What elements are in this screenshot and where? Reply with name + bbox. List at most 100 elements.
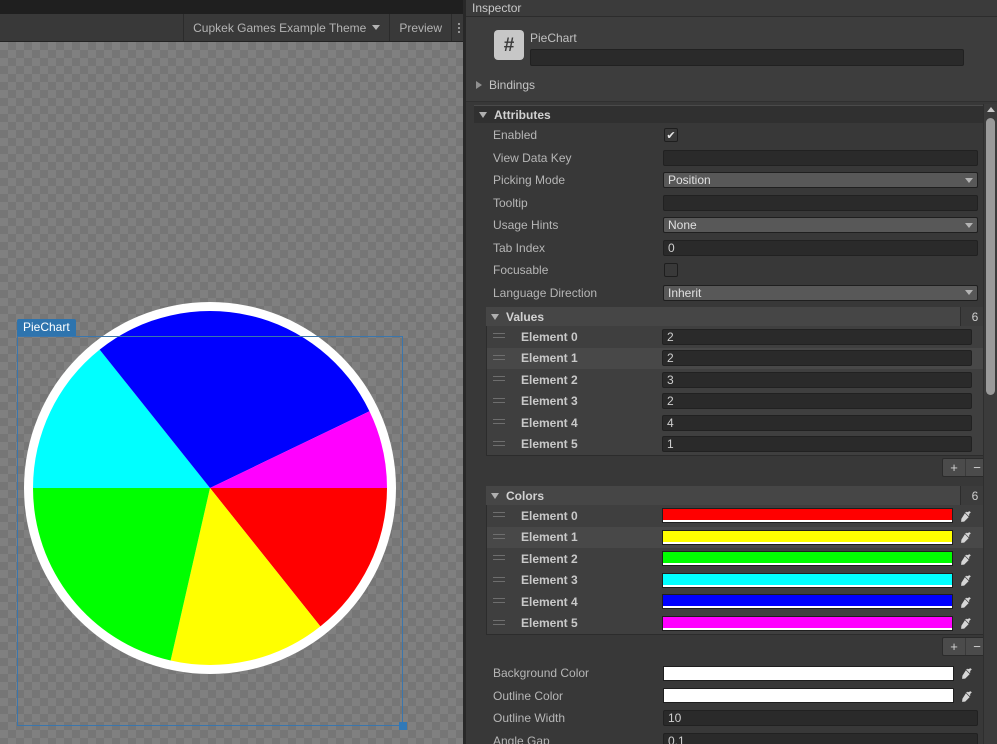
viewport-top-strip (0, 0, 466, 14)
drag-handle-icon[interactable] (493, 598, 505, 606)
color-alpha-bar (663, 606, 952, 608)
colors-list-header[interactable]: Colors 6 (486, 486, 989, 505)
pie-chart-graphic (16, 294, 404, 682)
list-item-value-input[interactable]: 2 (662, 350, 972, 366)
eyedropper-icon (960, 596, 972, 608)
attribute-row: Tab Index0 (466, 237, 997, 260)
list-item-value-input[interactable]: 4 (662, 415, 972, 431)
drag-handle-icon[interactable] (493, 355, 505, 363)
viewport-toolbar: Cupkek Games Example Theme Preview (0, 14, 466, 42)
color-swatch (663, 531, 952, 542)
eyedropper-button[interactable] (958, 616, 974, 631)
eyedropper-button[interactable] (958, 594, 974, 609)
drag-handle-icon[interactable] (493, 376, 505, 384)
attribute-dropdown[interactable]: None (663, 217, 978, 233)
color-swatch-field[interactable] (662, 594, 953, 609)
drag-handle-icon[interactable] (493, 441, 505, 449)
attribute-dropdown[interactable]: Inherit (663, 285, 978, 301)
list-item[interactable]: Element 5 (487, 613, 988, 635)
inspector-header: # PieChart Bindings (466, 17, 997, 102)
list-item[interactable]: Element 3 (487, 570, 988, 592)
color-swatch-field[interactable] (663, 688, 954, 703)
values-list-header[interactable]: Values 6 (486, 307, 989, 326)
bottom-field-rows: Background ColorOutline ColorOutline Wid… (466, 662, 997, 744)
attribute-checkbox[interactable] (664, 263, 678, 277)
color-swatch-field[interactable] (663, 666, 954, 681)
selection-resize-handle[interactable] (399, 722, 407, 730)
list-item[interactable]: Element 12 (487, 348, 988, 370)
chevron-down-icon (491, 314, 499, 320)
list-item[interactable]: Element 44 (487, 412, 988, 434)
drag-handle-icon[interactable] (493, 577, 505, 585)
attribute-text-input[interactable] (663, 195, 978, 211)
viewport-canvas[interactable]: PieChart (0, 42, 466, 744)
attribute-dropdown[interactable]: Position (663, 172, 978, 188)
drag-handle-icon[interactable] (493, 333, 505, 341)
color-alpha-bar (663, 628, 952, 630)
drag-handle-icon[interactable] (493, 555, 505, 563)
chevron-down-icon (965, 178, 973, 183)
attribute-text-input[interactable]: 0 (663, 240, 978, 256)
attribute-row: Tooltip (466, 192, 997, 215)
chevron-right-icon (476, 81, 482, 89)
drag-handle-icon[interactable] (493, 419, 505, 427)
drag-handle-icon[interactable] (493, 398, 505, 406)
ui-builder-viewport-panel: Cupkek Games Example Theme Preview PieCh… (0, 0, 466, 744)
eyedropper-button[interactable] (958, 551, 974, 566)
eyedropper-button[interactable] (958, 573, 974, 588)
list-item[interactable]: Element 4 (487, 591, 988, 613)
list-item-label: Element 5 (521, 616, 578, 630)
tab-inspector[interactable]: Inspector (472, 0, 521, 16)
colors-list-add-remove: + − (466, 637, 989, 656)
list-item-value-input[interactable]: 2 (662, 393, 972, 409)
eyedropper-button[interactable] (959, 688, 975, 703)
colors-add-button[interactable]: + (943, 638, 965, 655)
list-item-value-input[interactable]: 2 (662, 329, 972, 345)
eyedropper-button[interactable] (959, 666, 975, 681)
inspector-scrollbar-thumb[interactable] (986, 118, 995, 395)
values-add-button[interactable]: + (943, 459, 965, 476)
list-item[interactable]: Element 51 (487, 434, 988, 456)
drag-handle-icon[interactable] (493, 512, 505, 520)
attribute-label: Outline Color (493, 689, 563, 703)
attribute-label: Focusable (493, 263, 548, 277)
color-swatch-field[interactable] (662, 616, 953, 631)
color-swatch-field[interactable] (662, 508, 953, 523)
list-item[interactable]: Element 0 (487, 505, 988, 527)
list-item[interactable]: Element 2 (487, 548, 988, 570)
eyedropper-button[interactable] (958, 508, 974, 523)
bindings-foldout[interactable]: Bindings (476, 78, 535, 92)
list-item-value-input[interactable]: 1 (662, 436, 972, 452)
eyedropper-icon (960, 553, 972, 565)
pie-slices-group (33, 311, 387, 665)
attribute-label: Usage Hints (493, 218, 558, 232)
inspector-vertical-scrollbar[interactable] (983, 104, 997, 744)
scroll-up-arrow-icon[interactable] (987, 107, 995, 112)
list-item[interactable]: Element 0 2 (487, 326, 988, 348)
color-swatch-field[interactable] (662, 551, 953, 566)
attributes-foldout-header[interactable]: Attributes (474, 105, 988, 123)
list-item[interactable]: Element 32 (487, 391, 988, 413)
color-swatch (663, 509, 952, 520)
element-name-input[interactable] (530, 49, 964, 66)
drag-handle-icon[interactable] (493, 534, 505, 542)
pie-chart-element[interactable] (16, 294, 404, 682)
list-item-value-input[interactable]: 3 (662, 372, 972, 388)
eyedropper-icon (961, 667, 973, 679)
list-item-label: Element 0 (521, 330, 578, 344)
preview-toggle-button[interactable]: Preview (390, 14, 451, 41)
attribute-checkbox[interactable]: ✔ (664, 128, 678, 142)
eyedropper-button[interactable] (958, 530, 974, 545)
attribute-text-input[interactable]: 10 (663, 710, 978, 726)
color-swatch-field[interactable] (662, 573, 953, 588)
list-item-label: Element 2 (521, 552, 578, 566)
theme-selector-button[interactable]: Cupkek Games Example Theme (184, 14, 389, 41)
attribute-text-input[interactable]: 0.1 (663, 733, 978, 744)
attribute-text-input[interactable] (663, 150, 978, 166)
drag-handle-icon[interactable] (493, 620, 505, 628)
color-swatch-field[interactable] (662, 530, 953, 545)
attribute-row: Usage Hints None (466, 214, 997, 237)
attributes-body: Enabled✔View Data KeyPicking ModePositio… (466, 124, 997, 744)
list-item[interactable]: Element 23 (487, 369, 988, 391)
list-item[interactable]: Element 1 (487, 527, 988, 549)
